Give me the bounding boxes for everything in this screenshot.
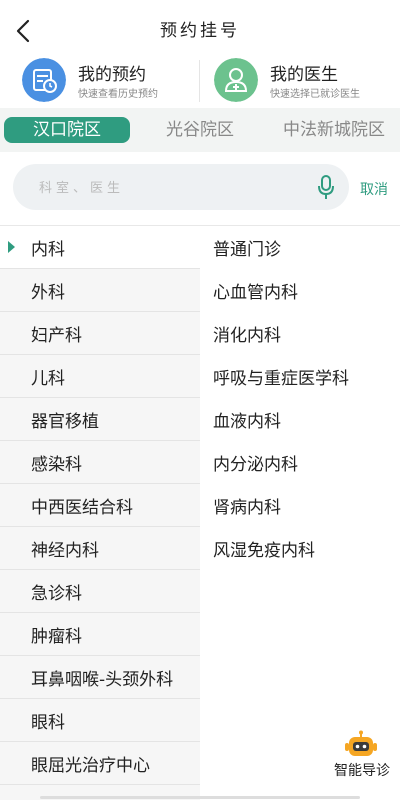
department-item[interactable]: 神经内科 — [0, 527, 200, 570]
department-item[interactable]: 急诊科 — [0, 570, 200, 613]
department-item[interactable]: 感染科 — [0, 441, 200, 484]
department-label: 器官移植 — [31, 412, 99, 432]
department-label: 眼屈光治疗中心 — [31, 756, 150, 776]
microphone-icon[interactable] — [317, 174, 335, 200]
sub-department-label: 普通门诊 — [213, 240, 281, 260]
sub-department-label: 内分泌内科 — [213, 455, 298, 475]
search-box — [13, 164, 349, 210]
department-label: 耳鼻咽喉-头颈外科 — [31, 670, 174, 690]
department-item[interactable]: 器官移植 — [0, 398, 200, 441]
department-label: 中西医结合科 — [31, 498, 133, 518]
sub-department-item[interactable]: 风湿免疫内科 — [200, 527, 400, 569]
department-label: 外科 — [31, 283, 65, 303]
department-label: 内科 — [31, 240, 65, 260]
department-item[interactable]: 外科 — [0, 269, 200, 312]
sub-department-list: 普通门诊心血管内科消化内科呼吸与重症医学科 血液内科内分泌内科肾病内科风湿免疫内科 — [200, 226, 400, 800]
my-doctors-card[interactable]: 我的医生 快速选择已就诊医生 — [200, 52, 400, 108]
department-label: 妇产科 — [31, 326, 82, 346]
calendar-clock-icon — [22, 58, 66, 102]
cancel-button[interactable]: 取消 — [360, 179, 388, 199]
smart-guide-label: 智能导诊 — [334, 763, 390, 779]
department-label: 急诊科 — [31, 584, 82, 604]
top-bar: 预约挂号 — [0, 0, 400, 58]
sub-department-item[interactable]: 呼吸与重症医学科 — [200, 355, 400, 397]
department-item[interactable]: 内科 — [0, 226, 200, 269]
sub-department-item[interactable]: 肾病内科 — [200, 484, 400, 526]
sub-department-label: 肾病内科 — [213, 498, 281, 518]
my-appointments-subtitle: 快速查看历史预约 — [78, 89, 158, 100]
selected-marker-icon — [8, 241, 15, 253]
department-item[interactable]: 儿科 — [0, 355, 200, 398]
home-indicator — [40, 796, 360, 799]
department-item[interactable]: 耳鼻咽喉-头颈外科 — [0, 656, 200, 699]
department-label: 儿科 — [31, 369, 65, 389]
sub-department-label: 消化内科 — [213, 326, 281, 346]
smart-guide-button[interactable]: 智能导诊 — [330, 730, 394, 784]
sub-department-item[interactable]: 内分泌内科 — [200, 441, 400, 483]
department-list: 内科外科妇产科儿科器官移植感染科中西医结合科 神经内科急诊科肿瘤科耳鼻咽喉-头颈外… — [0, 226, 200, 800]
sub-department-item[interactable]: 心血管内科 — [200, 269, 400, 311]
robot-icon — [345, 730, 377, 756]
sub-department-item[interactable]: 血液内科 — [200, 398, 400, 440]
department-label: 感染科 — [31, 455, 82, 475]
my-doctors-title: 我的医生 — [270, 65, 338, 85]
sub-department-item[interactable]: 消化内科 — [200, 312, 400, 354]
my-appointments-title: 我的预约 — [78, 65, 146, 85]
sub-department-label: 血液内科 — [213, 412, 281, 432]
sub-department-label: 呼吸与重症医学科 — [213, 369, 349, 389]
sub-department-label: 心血管内科 — [213, 283, 298, 303]
tab-zhongfa-campus[interactable]: 中法新城院区 — [278, 117, 390, 143]
department-item[interactable]: 肿瘤科 — [0, 613, 200, 656]
department-label: 眼科 — [31, 713, 65, 733]
sub-department-item[interactable]: 普通门诊 — [200, 226, 400, 268]
my-doctors-subtitle: 快速选择已就诊医生 — [270, 89, 360, 100]
department-item[interactable]: 中西医结合科 — [0, 484, 200, 527]
tab-guanggu-campus[interactable]: 光谷院区 — [160, 117, 240, 143]
doctor-icon — [214, 58, 258, 102]
department-item[interactable]: 眼屈光治疗中心 — [0, 742, 200, 785]
search-row: 取消 — [0, 152, 400, 224]
sub-department-label: 风湿免疫内科 — [213, 541, 315, 561]
department-label: 肿瘤科 — [31, 627, 82, 647]
page-title: 预约挂号 — [160, 21, 240, 41]
my-appointments-card[interactable]: 我的预约 快速查看历史预约 — [0, 52, 200, 108]
search-input[interactable] — [37, 175, 281, 201]
department-label: 神经内科 — [31, 541, 99, 561]
quick-cards: 我的预约 快速查看历史预约 我的医生 快速选择已就诊医生 — [0, 52, 400, 110]
tab-hankou-campus[interactable]: 汉口院区 — [4, 117, 130, 143]
campus-tabs: 汉口院区 光谷院区 中法新城院区 — [0, 108, 400, 152]
department-item[interactable]: 妇产科 — [0, 312, 200, 355]
department-item[interactable]: 眼科 — [0, 699, 200, 742]
